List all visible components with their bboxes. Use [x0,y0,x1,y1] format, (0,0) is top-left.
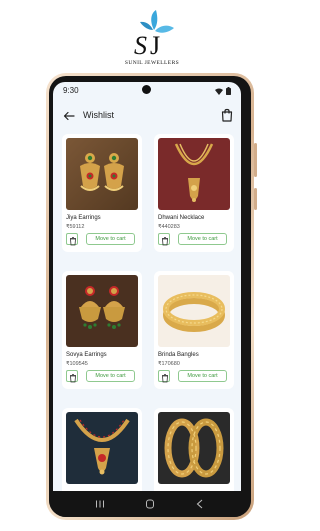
wishlist-card[interactable]: Brinda Bangles ₹170680 Move to cart [154,271,234,389]
home-icon[interactable] [144,499,156,509]
product-price: ₹440283 [158,224,180,230]
system-nav-bar [49,491,251,517]
app-bar: Wishlist [53,102,241,130]
product-price: ₹59112 [66,224,85,230]
product-image[interactable] [158,275,230,347]
phone-frame: 9:30 Wishlist Jiya Earrings ₹59112 Move … [46,73,257,520]
move-to-cart-button[interactable]: Move to cart [86,370,135,382]
trash-icon [162,237,168,246]
remove-button[interactable] [158,233,170,246]
move-to-cart-button[interactable]: Move to cart [178,370,227,382]
shopping-bag-icon[interactable] [221,108,233,122]
product-price: ₹109545 [66,361,88,367]
svg-text:S: S [134,31,147,60]
product-image[interactable] [158,412,230,484]
status-bar: 9:30 [53,82,241,100]
product-name: Dhwani Necklace [158,215,205,221]
wishlist-card[interactable]: Dhwani Necklace ₹440283 Move to cart [154,134,234,252]
product-image[interactable] [158,138,230,210]
app-screen: 9:30 Wishlist Jiya Earrings ₹59112 Move … [53,82,241,512]
remove-button[interactable] [66,370,78,383]
product-name: Brinda Bangles [158,352,199,358]
move-to-cart-button[interactable]: Move to cart [86,233,135,245]
back-nav-icon[interactable] [194,499,206,509]
app-showcase: S J SUNIL JEWELLERS 9:30 Wishlist Jiya E… [0,0,300,531]
status-time: 9:30 [63,86,79,95]
power-button [254,188,257,210]
brand-logo: S J SUNIL JEWELLERS [120,8,184,68]
trash-icon [162,374,168,383]
trash-icon [70,237,76,246]
brand-name: SUNIL JEWELLERS [124,60,180,66]
product-image[interactable] [66,138,138,210]
trash-icon [70,374,76,383]
volume-button [254,143,257,177]
move-to-cart-button[interactable]: Move to cart [178,233,227,245]
wifi-icon [215,88,223,95]
back-arrow-icon[interactable] [63,110,75,122]
page-title: Wishlist [83,110,114,120]
product-name: Sovya Earrings [66,352,107,358]
remove-button[interactable] [158,370,170,383]
product-name: Jiya Earrings [66,215,101,221]
front-camera [142,85,151,94]
wishlist-card[interactable]: Sovya Earrings ₹109545 Move to cart [62,271,142,389]
wishlist-card[interactable]: Jiya Earrings ₹59112 Move to cart [62,134,142,252]
product-image[interactable] [66,275,138,347]
remove-button[interactable] [66,233,78,246]
recent-apps-icon[interactable] [94,499,106,509]
status-icons [215,87,231,95]
product-image[interactable] [66,412,138,484]
battery-icon [226,87,231,95]
product-price: ₹170680 [158,361,180,367]
svg-text:J: J [150,31,160,60]
